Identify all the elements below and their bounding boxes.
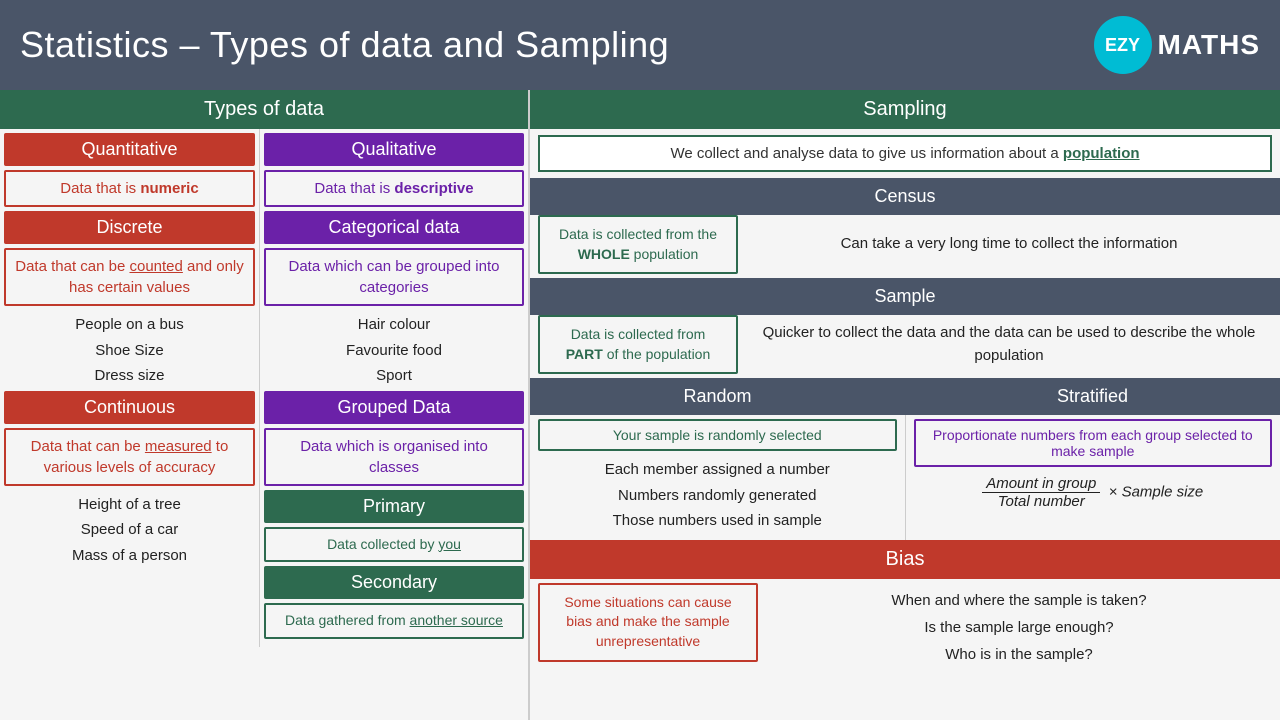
types-header: Types of data (0, 90, 528, 129)
census-header: Census (530, 178, 1280, 215)
logo: EZY MATHS (1094, 16, 1260, 74)
example-item: Shoe Size (4, 338, 255, 364)
random-bullet1: Each member assigned a number (538, 457, 897, 483)
discrete-examples: People on a bus Shoe Size Dress size (4, 310, 255, 391)
bias-q1: When and where the sample is taken? (770, 587, 1268, 614)
formula-numerator: Amount in group (982, 475, 1100, 493)
continuous-header: Continuous (4, 391, 255, 424)
example-item: Favourite food (264, 338, 524, 364)
sample-description: Quicker to collect the data and the data… (746, 315, 1272, 374)
random-column: Your sample is randomly selected Each me… (530, 415, 906, 540)
sample-box: Data is collected from PART of the popul… (538, 315, 738, 374)
random-stratified-headers: Random Stratified (530, 378, 1280, 415)
logo-circle: EZY (1094, 16, 1152, 74)
sampling-intro-text: We collect and analyse data to give us i… (670, 145, 1062, 162)
right-inner: Sampling We collect and analyse data to … (530, 90, 1280, 720)
sample-header: Sample (530, 278, 1280, 315)
example-item: Hair colour (264, 312, 524, 338)
example-item: Sport (264, 363, 524, 389)
formula-suffix: × Sample size (1109, 484, 1204, 501)
qualitative-column: Qualitative Data that is descriptive Cat… (260, 129, 528, 647)
grouped-description: Data which is organised into classes (264, 428, 524, 486)
random-header: Random (530, 378, 905, 415)
bias-q2: Is the sample large enough? (770, 614, 1268, 641)
qualitative-header: Qualitative (264, 133, 524, 166)
example-item: People on a bus (4, 312, 255, 338)
page-title: Statistics – Types of data and Sampling (20, 24, 669, 66)
quantitative-column: Quantitative Data that is numeric Discre… (0, 129, 260, 647)
stratified-column: Proportionate numbers from each group se… (906, 415, 1280, 540)
continuous-examples: Height of a tree Speed of a car Mass of … (4, 490, 255, 571)
sampling-header: Sampling (530, 90, 1280, 129)
stratified-formula: Amount in group Total number × Sample si… (914, 471, 1273, 514)
example-item: Speed of a car (4, 517, 255, 543)
sample-row: Data is collected from PART of the popul… (538, 315, 1272, 374)
sampling-intro: We collect and analyse data to give us i… (538, 135, 1272, 172)
primary-header: Primary (264, 490, 524, 523)
continuous-description: Data that can be measured to various lev… (4, 428, 255, 486)
formula-fraction: Amount in group Total number (982, 475, 1100, 510)
primary-description: Data collected by you (264, 527, 524, 563)
categorical-examples: Hair colour Favourite food Sport (264, 310, 524, 391)
categorical-description: Data which can be grouped into categorie… (264, 248, 524, 306)
census-row: Data is collected from the WHOLE populat… (538, 215, 1272, 274)
right-column: Sampling We collect and analyse data to … (530, 90, 1280, 720)
census-description: Can take a very long time to collect the… (746, 215, 1272, 274)
qualitative-description: Data that is descriptive (264, 170, 524, 207)
stratified-box: Proportionate numbers from each group se… (914, 419, 1273, 467)
random-bullet2: Numbers randomly generated (538, 483, 897, 509)
left-column: Types of data Quantitative Data that is … (0, 90, 530, 720)
main-content: Types of data Quantitative Data that is … (0, 90, 1280, 720)
categorical-header: Categorical data (264, 211, 524, 244)
types-grid: Quantitative Data that is numeric Discre… (0, 129, 528, 647)
sampling-intro-keyword: population (1063, 145, 1140, 162)
random-bullet3: Those numbers used in sample (538, 508, 897, 534)
bias-description: Some situations can cause bias and make … (538, 583, 758, 662)
census-box: Data is collected from the WHOLE populat… (538, 215, 738, 274)
example-item: Dress size (4, 363, 255, 389)
example-item: Height of a tree (4, 492, 255, 518)
bias-header: Bias (530, 540, 1280, 579)
secondary-description: Data gathered from another source (264, 603, 524, 639)
bias-q3: Who is in the sample? (770, 641, 1268, 668)
page-header: Statistics – Types of data and Sampling … (0, 0, 1280, 90)
example-item: Mass of a person (4, 543, 255, 569)
logo-ezy: EZY (1105, 35, 1140, 56)
logo-maths: MATHS (1158, 29, 1260, 61)
quantitative-description: Data that is numeric (4, 170, 255, 207)
bias-section: Some situations can cause bias and make … (530, 579, 1280, 676)
discrete-description: Data that can be counted and only has ce… (4, 248, 255, 306)
random-examples: Each member assigned a number Numbers ra… (538, 455, 897, 536)
bias-questions: When and where the sample is taken? Is t… (766, 583, 1272, 672)
discrete-header: Discrete (4, 211, 255, 244)
grouped-header: Grouped Data (264, 391, 524, 424)
random-box: Your sample is randomly selected (538, 419, 897, 451)
random-stratified-content: Your sample is randomly selected Each me… (530, 415, 1280, 540)
quantitative-header: Quantitative (4, 133, 255, 166)
secondary-header: Secondary (264, 566, 524, 599)
stratified-header: Stratified (905, 378, 1280, 415)
formula-denominator: Total number (994, 493, 1089, 510)
